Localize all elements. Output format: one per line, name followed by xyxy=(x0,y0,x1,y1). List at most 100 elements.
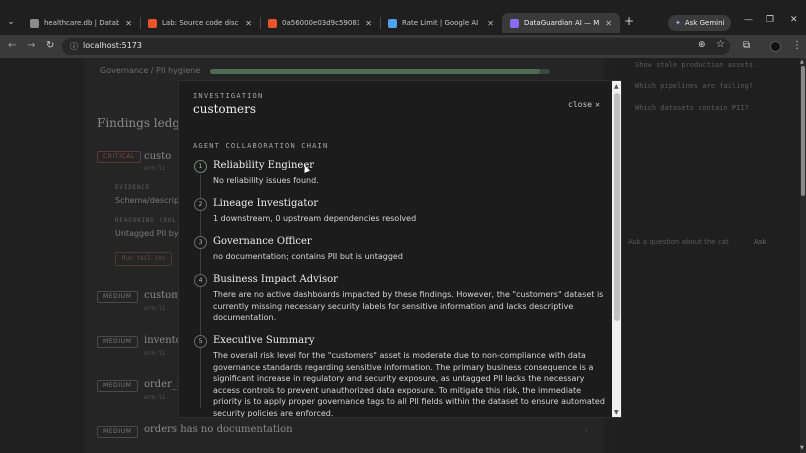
finding-urn: urn:li xyxy=(144,350,166,357)
reasoning-text: Untagged PII by xyxy=(115,229,179,238)
window-close-icon[interactable]: ✕ xyxy=(790,15,798,25)
finding-title[interactable]: custo xyxy=(144,151,171,162)
step-text: no documentation; contains PII but is un… xyxy=(213,252,403,261)
finding-title[interactable]: order_i xyxy=(144,379,180,390)
tab-title: DataGuardian AI — Metadat xyxy=(524,19,600,27)
tab-close-icon[interactable]: ✕ xyxy=(487,19,494,28)
tab-search-icon[interactable]: ⌄ xyxy=(4,15,18,29)
address-bar[interactable]: ⓘ localhost:5173 ⊕ ☆ xyxy=(62,38,730,55)
reload-icon[interactable]: ↻ xyxy=(46,40,54,51)
browser-tab-5-active[interactable]: DataGuardian AI — Metadat ✕ xyxy=(502,13,620,33)
zoom-icon[interactable]: ⊕ xyxy=(698,40,706,50)
ask-button[interactable]: Ask xyxy=(754,238,767,246)
modal-scroll-up-icon[interactable]: ▲ xyxy=(614,83,619,90)
step-title: Business Impact Advisor xyxy=(213,274,338,285)
finding-title[interactable]: invento xyxy=(144,335,182,346)
suggestion-item[interactable]: Which datasets contain PII? xyxy=(635,104,749,112)
portswigger-favicon-icon xyxy=(148,18,157,28)
browser-tab-bar: ⌄ healthcare.db | Database ✕ Lab: Source… xyxy=(0,0,806,35)
tab-title: 0a56000e03d9c5908110de3e xyxy=(282,19,360,27)
new-tab-icon[interactable]: + xyxy=(624,14,634,28)
browser-tab-4[interactable]: Rate Limit | Google AI Studio ✕ xyxy=(380,13,502,33)
step-number-badge: 4 xyxy=(194,274,207,287)
close-button[interactable]: close ✕ xyxy=(568,100,600,109)
step-title: Governance Officer xyxy=(213,236,312,247)
step-text: No reliability issues found. xyxy=(213,176,319,185)
modal-scroll-down-icon[interactable]: ▼ xyxy=(614,409,619,416)
suggestion-item[interactable]: Which pipelines are failing? xyxy=(635,82,753,90)
page-scrollbar[interactable]: ▲ ▼ xyxy=(800,58,806,453)
modal-scrollbar-thumb[interactable] xyxy=(614,93,620,321)
forward-arrow-icon[interactable]: → xyxy=(27,40,35,51)
tab-close-icon[interactable]: ✕ xyxy=(125,19,132,28)
suggestion-item[interactable]: Show stale production assets. xyxy=(635,61,757,69)
browser-tab-3[interactable]: 0a56000e03d9c5908110de3e ✕ xyxy=(260,13,380,33)
finding-title[interactable]: custom xyxy=(144,290,181,301)
step-number-badge: 5 xyxy=(194,335,207,348)
scroll-down-icon[interactable]: ▼ xyxy=(800,445,804,451)
back-arrow-icon[interactable]: ← xyxy=(8,40,16,51)
ai-studio-favicon-icon xyxy=(388,18,397,28)
severity-badge-medium: MEDIUM xyxy=(97,336,138,348)
step-number-badge: 1 xyxy=(194,160,207,173)
step-number-badge: 2 xyxy=(194,198,207,211)
evidence-text: Schema/descrip xyxy=(115,196,180,205)
assistant-panel xyxy=(618,58,800,453)
finding-urn: urn:li xyxy=(144,305,166,312)
restore-icon[interactable]: ❐ xyxy=(766,15,774,25)
browser-menu-kebab-icon[interactable]: ⋮ xyxy=(792,40,802,51)
severity-badge-medium: MEDIUM xyxy=(97,426,138,438)
reasoning-label: REASONING (RUL xyxy=(115,217,177,224)
minimize-icon[interactable]: — xyxy=(744,15,753,25)
step-text: There are no active dashboards impacted … xyxy=(213,290,604,322)
step-text: The overall risk level for the "customer… xyxy=(213,351,605,418)
tab-title: Lab: Source code disclosure v xyxy=(162,19,240,27)
step-title: Reliability Engineer xyxy=(213,160,315,171)
severity-badge-critical: CRITICAL xyxy=(97,151,141,163)
page-scrollbar-thumb[interactable] xyxy=(801,66,805,196)
ask-gemini-button[interactable]: ✦ Ask Gemini xyxy=(668,15,732,31)
finding-urn: urn:li xyxy=(144,165,166,172)
finding-title[interactable]: orders has no documentation xyxy=(144,424,293,435)
run-investigation-button[interactable]: Run fail inv xyxy=(115,252,173,266)
modal-scrollbar[interactable]: ▲ ▼ xyxy=(612,81,621,417)
governance-progress-bar xyxy=(210,69,550,74)
governance-progress-label: Governance / PII hygiene xyxy=(100,66,201,75)
scroll-up-icon[interactable]: ▲ xyxy=(800,59,804,65)
ask-question-input[interactable]: Ask a question about the cat xyxy=(628,238,729,246)
bookmark-star-icon[interactable]: ☆ xyxy=(716,39,725,50)
step-title: Executive Summary xyxy=(213,335,315,346)
evidence-label: EVIDENCE xyxy=(115,184,151,191)
url-text: localhost:5173 xyxy=(83,41,142,50)
tab-close-icon[interactable]: ✕ xyxy=(245,19,252,28)
chevron-right-icon[interactable]: › xyxy=(585,427,588,435)
browser-toolbar: ← → ↻ ⓘ localhost:5173 ⊕ ☆ ⧉ ⋮ xyxy=(0,35,806,58)
tab-title: Rate Limit | Google AI Studio xyxy=(402,19,481,27)
tab-title: healthcare.db | Database xyxy=(44,19,120,27)
ask-gemini-label: Ask Gemini xyxy=(684,19,725,27)
step-title: Lineage Investigator xyxy=(213,198,319,209)
close-label: close xyxy=(568,100,593,109)
governance-progress-fill xyxy=(210,69,540,74)
profile-avatar[interactable] xyxy=(770,41,781,52)
extensions-puzzle-icon[interactable]: ⧉ xyxy=(743,40,750,51)
database-favicon-icon xyxy=(30,18,39,28)
tab-close-icon[interactable]: ✕ xyxy=(605,19,612,28)
investigation-modal: INVESTIGATION customers close ✕ AGENT CO… xyxy=(178,80,622,418)
finding-urn: urn:li xyxy=(144,394,166,401)
portswigger-favicon-icon xyxy=(268,18,277,28)
agent-chain-label: AGENT COLLABORATION CHAIN xyxy=(193,142,329,150)
step-number-badge: 3 xyxy=(194,236,207,249)
modal-title: customers xyxy=(193,102,257,116)
tab-close-icon[interactable]: ✕ xyxy=(365,19,372,28)
close-icon: ✕ xyxy=(595,100,600,109)
severity-badge-medium: MEDIUM xyxy=(97,291,138,303)
severity-badge-medium: MEDIUM xyxy=(97,380,138,392)
dataguardian-favicon-icon xyxy=(510,18,519,28)
browser-tab-2[interactable]: Lab: Source code disclosure v ✕ xyxy=(140,13,260,33)
browser-tab-1[interactable]: healthcare.db | Database ✕ xyxy=(22,13,140,33)
site-info-icon[interactable]: ⓘ xyxy=(70,41,78,52)
gemini-sparkle-icon: ✦ xyxy=(675,19,681,27)
modal-kicker: INVESTIGATION xyxy=(193,92,264,100)
step-text: 1 downstream, 0 upstream dependencies re… xyxy=(213,214,417,223)
